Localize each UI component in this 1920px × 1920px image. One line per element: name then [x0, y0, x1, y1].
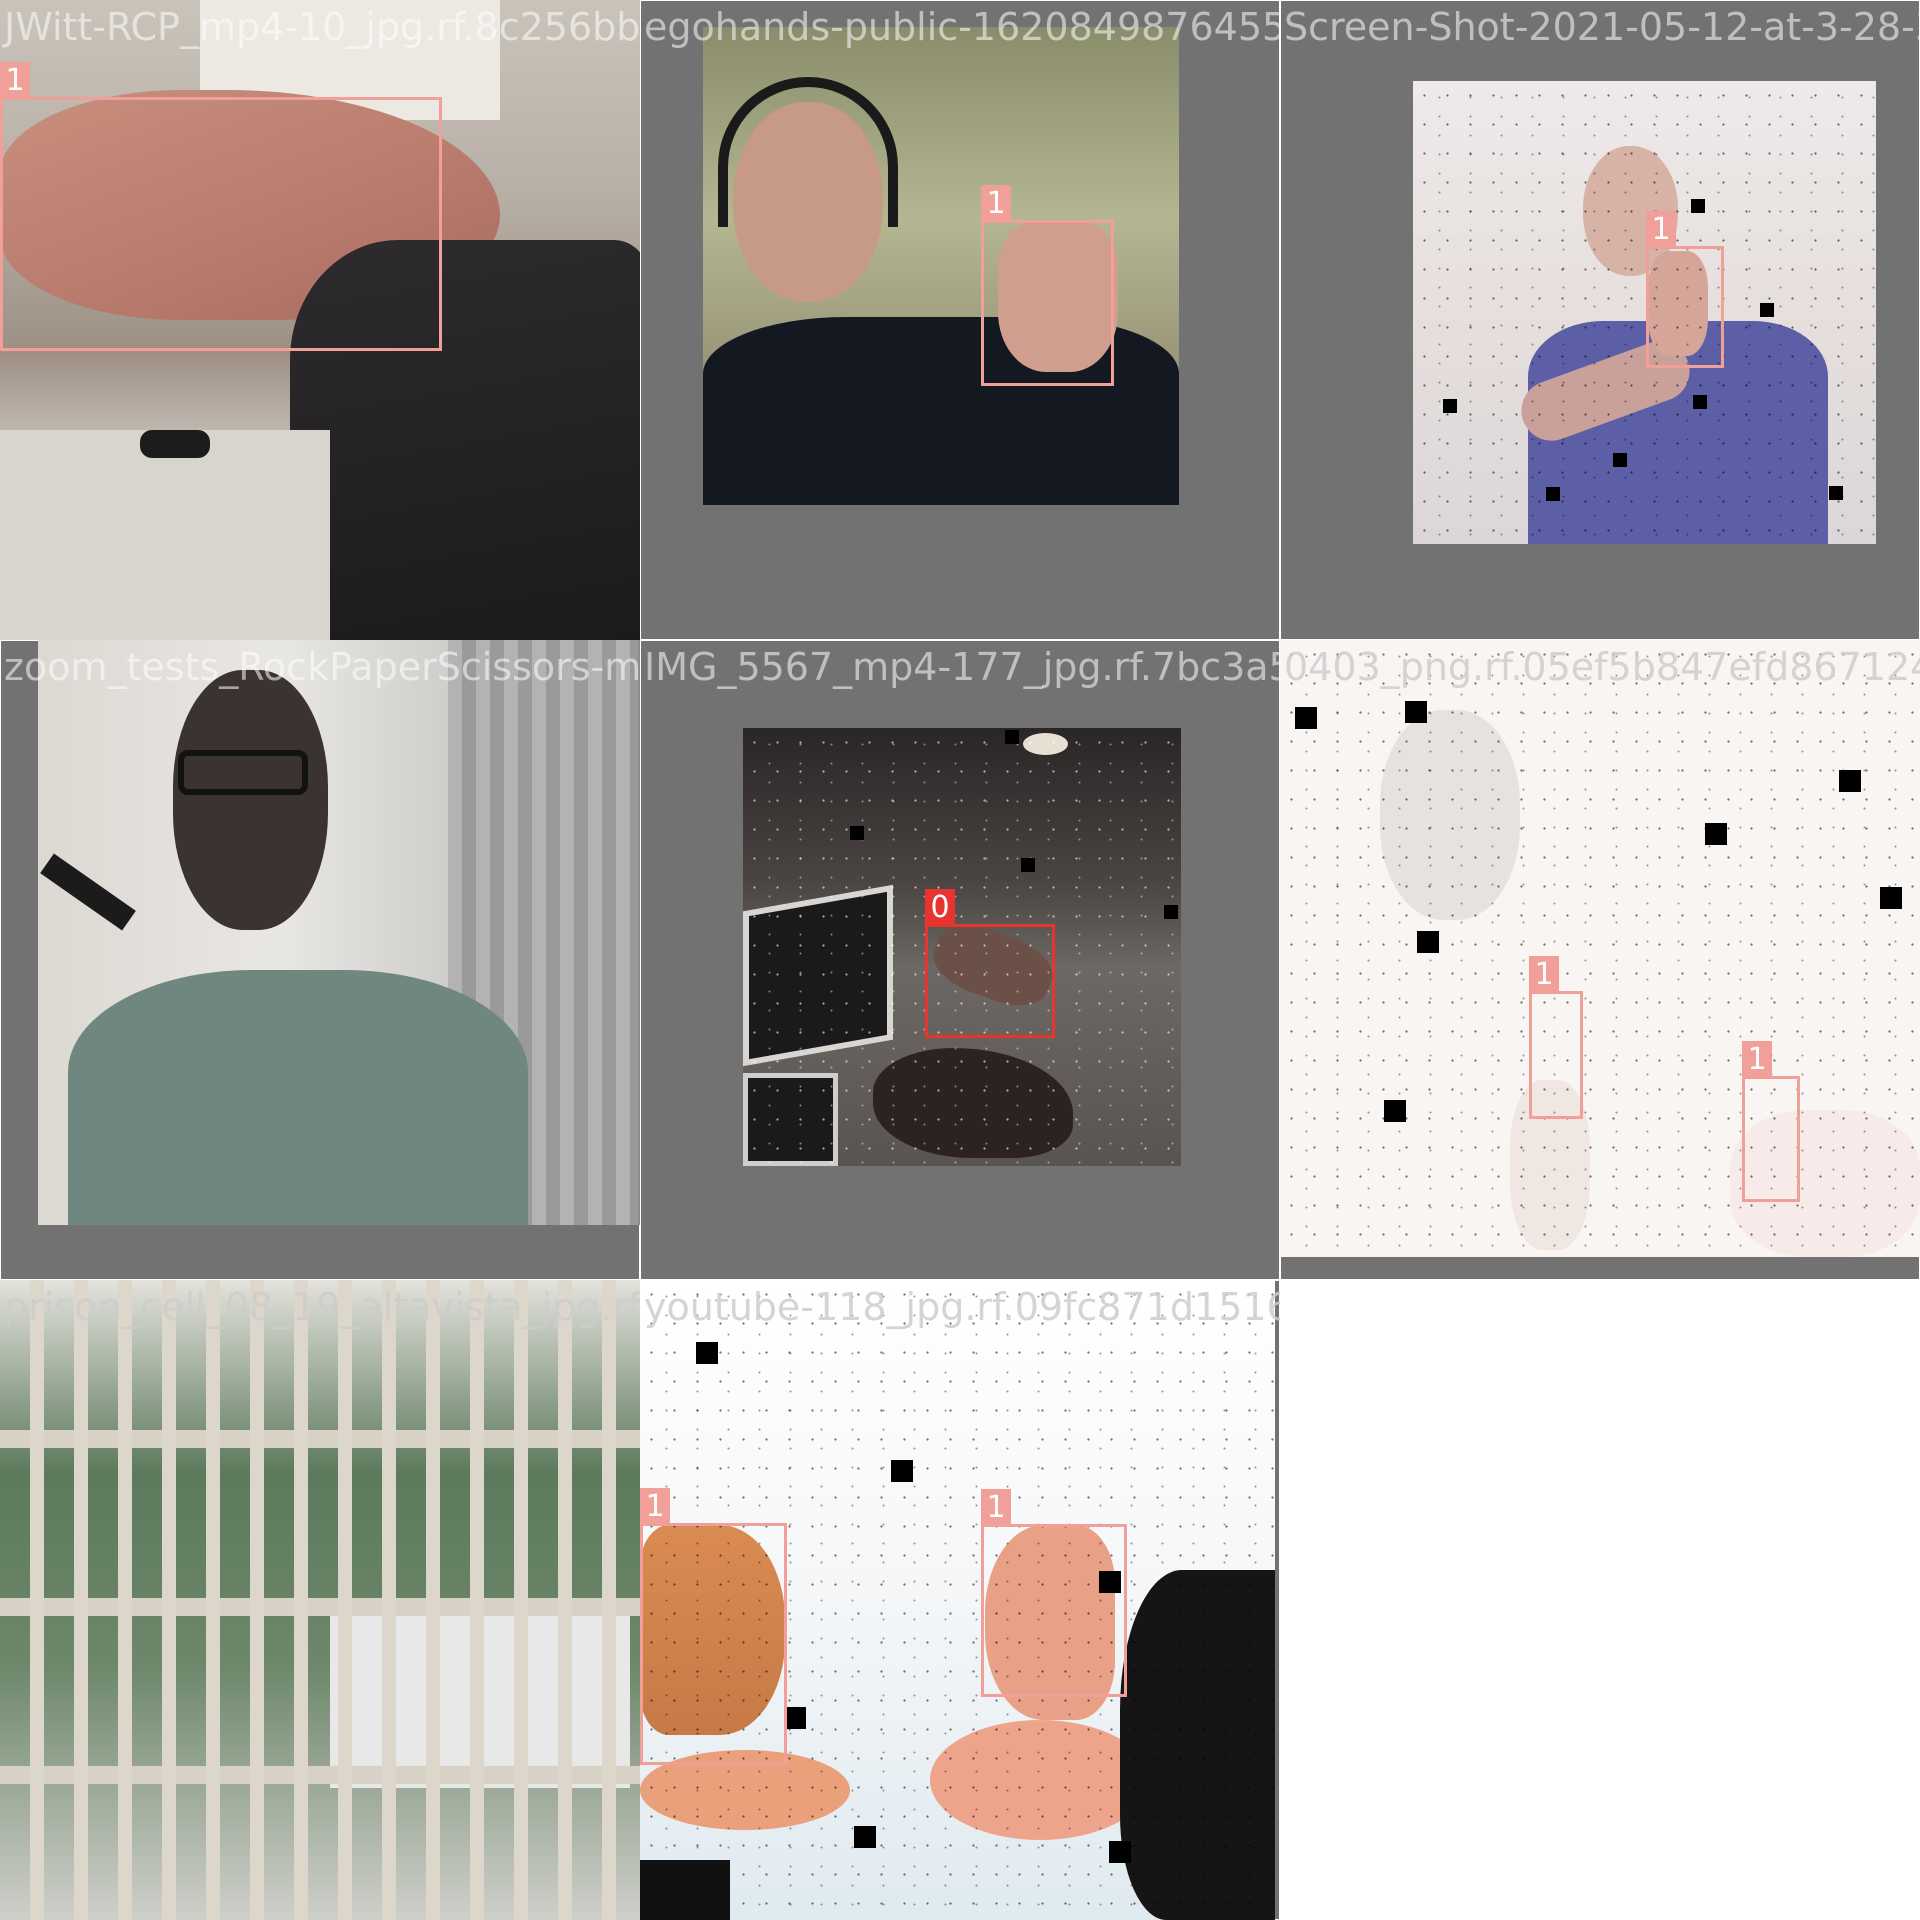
- hoodie: [68, 970, 528, 1225]
- bbox-class-1: 1: [1646, 211, 1724, 368]
- bbox-class-label: 1: [640, 1488, 670, 1526]
- image-filename: JWitt-RCP_mp4-10_jpg.rf.8c256bb544bd9276: [4, 5, 640, 49]
- fan-blade: [40, 853, 136, 931]
- image-filename: prison_cell_08_19_altavista_jpg.rf.9932: [4, 1285, 640, 1329]
- cable-shape: [140, 430, 210, 458]
- bbox-class-1: 1: [1529, 956, 1583, 1119]
- noise-overlay: [1280, 640, 1920, 1257]
- bbox-class-label: 1: [981, 1489, 1011, 1527]
- noise-overlay: [1413, 81, 1876, 544]
- person-head: [173, 670, 328, 930]
- bbox-class-0: 0: [925, 889, 1055, 1038]
- cutout-square: [1705, 823, 1727, 845]
- mosaic-tile-6: 0403_png.rf.05ef5b847efd867124886 1 1: [1280, 640, 1920, 1280]
- bbox-class-label: 1: [981, 185, 1011, 223]
- cutout-square: [1295, 707, 1317, 729]
- bbox-class-label: 1: [1742, 1041, 1772, 1079]
- image-filename: zoom_tests_RockPaperScissors-mohamed_mp4: [4, 645, 640, 689]
- cutout-square: [850, 826, 864, 840]
- cutout-square: [1164, 905, 1178, 919]
- cutout-square: [1417, 931, 1439, 953]
- cutout-square: [1384, 1100, 1406, 1122]
- blanket-shape: [0, 430, 330, 640]
- cutout-square: [1691, 199, 1705, 213]
- tile-photo: [1280, 640, 1920, 1257]
- image-filename: IMG_5567_mp4-177_jpg.rf.7bc3a558: [644, 645, 1280, 689]
- glasses: [178, 750, 308, 795]
- cutout-square: [1613, 453, 1627, 467]
- bbox-class-1: 1: [981, 185, 1114, 386]
- cutout-square: [1405, 701, 1427, 723]
- image-filename: youtube-118_jpg.rf.09fc871d15161fe5e87ad: [644, 1285, 1280, 1329]
- mosaic-tile-8: youtube-118_jpg.rf.09fc871d15161fe5e87ad…: [640, 1280, 1280, 1920]
- cell-bars: [0, 1280, 640, 1920]
- cutout-square: [1443, 399, 1457, 413]
- bbox-class-label: 1: [1529, 956, 1559, 994]
- training-batch-mosaic: JWitt-RCP_mp4-10_jpg.rf.8c256bb544bd9276…: [0, 0, 1920, 1920]
- mosaic-tile-2: egohands-public-1620849876455_png_jpg.rf…: [640, 0, 1280, 640]
- mosaic-tile-7: prison_cell_08_19_altavista_jpg.rf.9932: [0, 1280, 640, 1920]
- image-filename: 0403_png.rf.05ef5b847efd867124886: [1284, 645, 1920, 689]
- tile-photo: [1413, 81, 1876, 544]
- cutout-square: [1005, 730, 1019, 744]
- cutout-square: [1829, 486, 1843, 500]
- tile-photo: [0, 1280, 640, 1920]
- cutout-square: [1839, 770, 1861, 792]
- bbox-class-label: 1: [0, 62, 30, 100]
- headphones: [718, 77, 898, 227]
- mosaic-tile-3: Screen-Shot-2021-05-12-at-3-28-39-P 1: [1280, 0, 1920, 640]
- cutout-square: [891, 1460, 913, 1482]
- bbox-class-1: 1: [1742, 1041, 1800, 1202]
- bbox-class-label: 0: [925, 889, 955, 927]
- cutout-square: [1546, 487, 1560, 501]
- cutout-square: [1880, 887, 1902, 909]
- cutout-square: [1021, 858, 1035, 872]
- mosaic-tile-5: IMG_5567_mp4-177_jpg.rf.7bc3a558 0: [640, 640, 1280, 1280]
- cutout-square: [854, 1826, 876, 1848]
- bbox-class-1: 1: [0, 62, 442, 351]
- mosaic-tile-1: JWitt-RCP_mp4-10_jpg.rf.8c256bb544bd9276…: [0, 0, 640, 640]
- cutout-square: [1109, 1841, 1131, 1863]
- bbox-class-1: 1: [640, 1488, 787, 1765]
- tile-photo: [38, 640, 640, 1225]
- cutout-square: [1760, 303, 1774, 317]
- cutout-square: [1693, 395, 1707, 409]
- cutout-square: [784, 1707, 806, 1729]
- bbox-class-1: 1: [981, 1489, 1127, 1697]
- image-filename: egohands-public-1620849876455_png_jpg.rf: [644, 5, 1280, 49]
- bbox-class-label: 1: [1646, 211, 1676, 249]
- mosaic-tile-4: zoom_tests_RockPaperScissors-mohamed_mp4: [0, 640, 640, 1280]
- image-filename: Screen-Shot-2021-05-12-at-3-28-39-P: [1284, 5, 1920, 49]
- cutout-square: [696, 1342, 718, 1364]
